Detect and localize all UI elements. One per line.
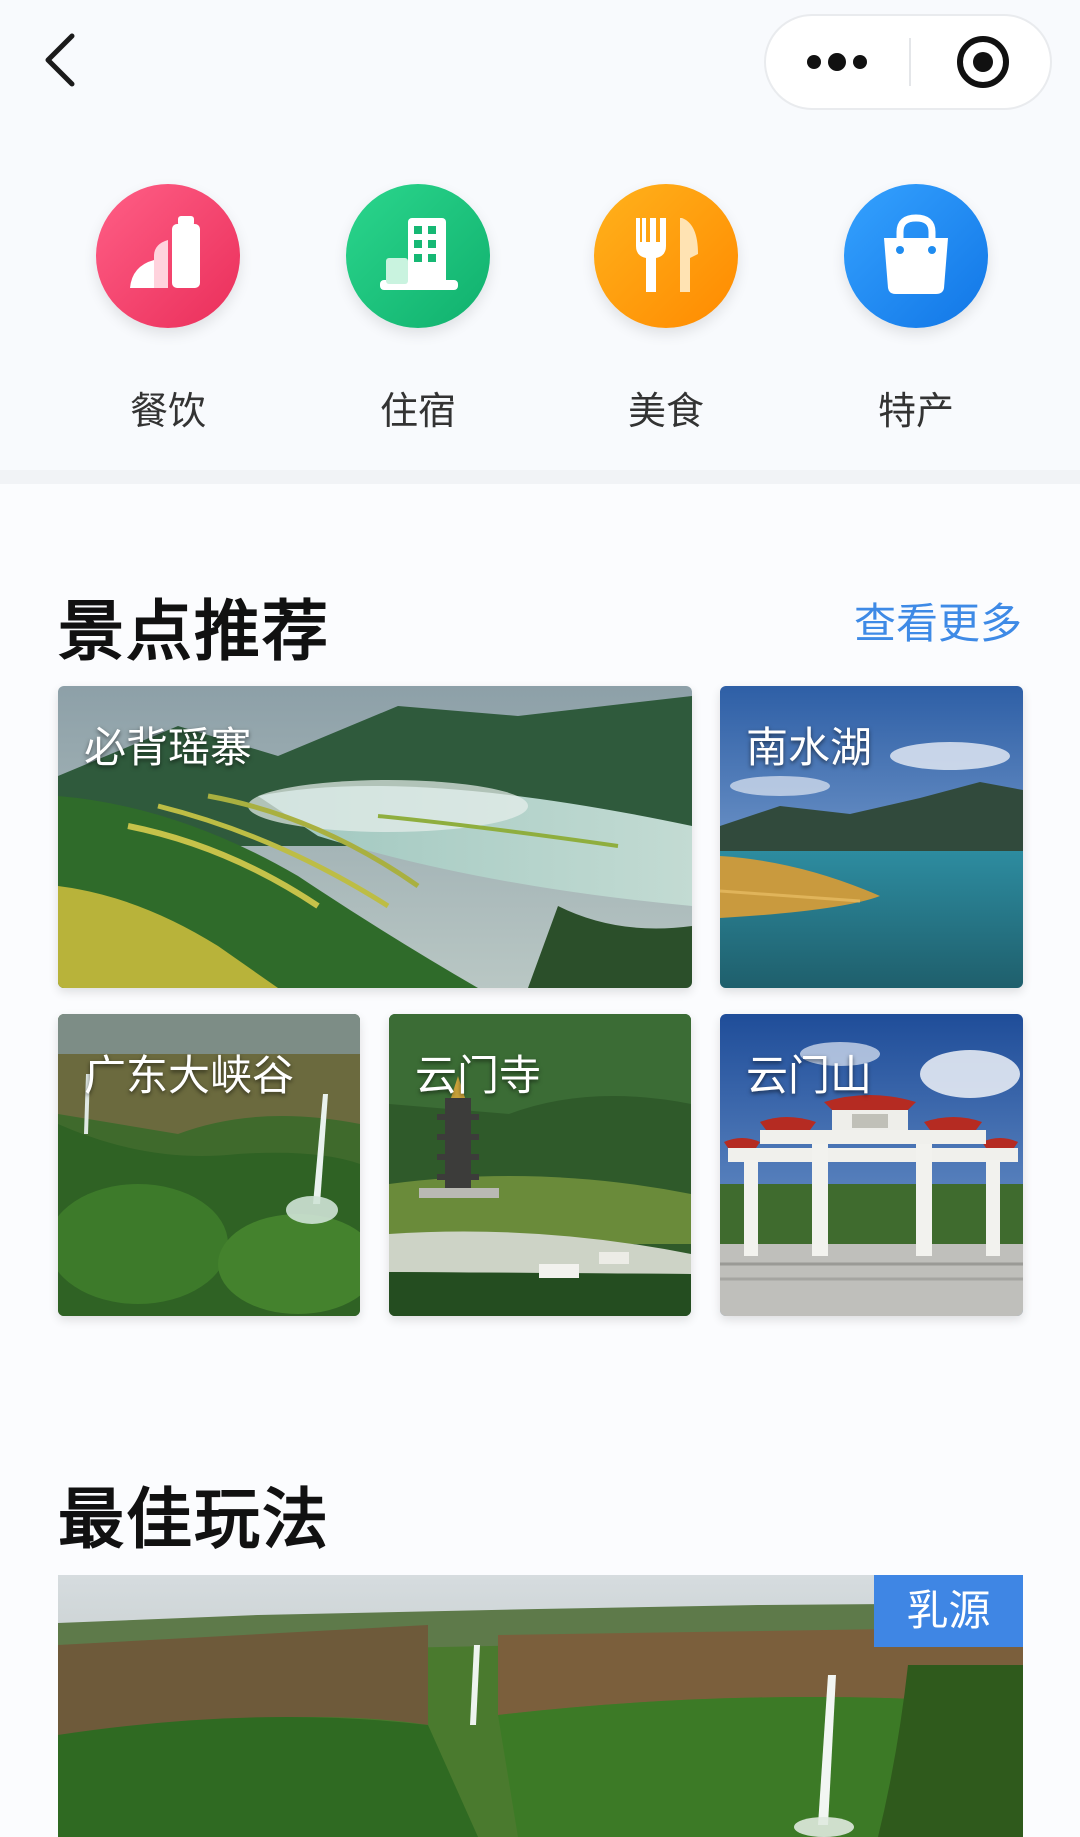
- category-food[interactable]: 美食: [576, 184, 756, 433]
- category-specialty[interactable]: 特产: [826, 184, 1006, 433]
- see-more-link[interactable]: 查看更多: [800, 590, 1022, 651]
- best-play-section-title: 最佳玩法: [58, 1481, 330, 1558]
- best-play-banner[interactable]: 乳源: [58, 1575, 1023, 1837]
- more-dots-icon: [807, 53, 867, 71]
- category-dining-label: 餐饮: [129, 389, 206, 433]
- category-specialty-label: 特产: [877, 389, 954, 433]
- category-lodging-circle: [346, 184, 490, 328]
- category-lodging-label: 住宿: [379, 389, 456, 433]
- category-food-label: 美食: [627, 389, 704, 433]
- drink-cup-icon: [96, 184, 240, 328]
- scenic-card-label: 南水湖: [746, 723, 873, 772]
- category-food-circle: [594, 184, 738, 328]
- top-nav-bar: [0, 0, 1080, 130]
- target-circle-icon: [957, 36, 1009, 88]
- scenic-section-title: 景点推荐: [58, 593, 330, 670]
- scenic-card-label: 云门寺: [415, 1051, 542, 1100]
- category-dining[interactable]: 餐饮: [78, 184, 258, 433]
- scenic-card-yunmen-mountain[interactable]: 云门山: [720, 1014, 1023, 1316]
- section-divider: [0, 470, 1080, 484]
- category-lodging[interactable]: 住宿: [328, 184, 508, 433]
- shopping-bag-icon: [844, 184, 988, 328]
- region-tag: 乳源: [874, 1575, 1023, 1647]
- scenic-card-nanshui-lake[interactable]: 南水湖: [720, 686, 1023, 988]
- scenic-card-yunmen-temple[interactable]: 云门寺: [389, 1014, 691, 1316]
- chevron-left-icon: [45, 33, 75, 87]
- scenic-card-label: 广东大峡谷: [84, 1051, 295, 1100]
- category-specialty-circle: [844, 184, 988, 328]
- category-shortcuts: 餐饮 住宿 美食 特产: [0, 130, 1080, 470]
- scenic-card-label: 云门山: [746, 1051, 873, 1100]
- back-button[interactable]: [36, 28, 86, 92]
- fork-knife-icon: [594, 184, 738, 328]
- scenic-card-guangdong-canyon[interactable]: 广东大峡谷: [58, 1014, 360, 1316]
- mini-program-capsule: [764, 14, 1052, 110]
- category-dining-circle: [96, 184, 240, 328]
- close-button[interactable]: [911, 16, 1050, 108]
- more-button[interactable]: [766, 16, 909, 108]
- scenic-card-label: 必背瑶寨: [84, 723, 253, 772]
- hotel-building-icon: [346, 184, 490, 328]
- scenic-card-bibei-yaozhai[interactable]: 必背瑶寨: [58, 686, 692, 988]
